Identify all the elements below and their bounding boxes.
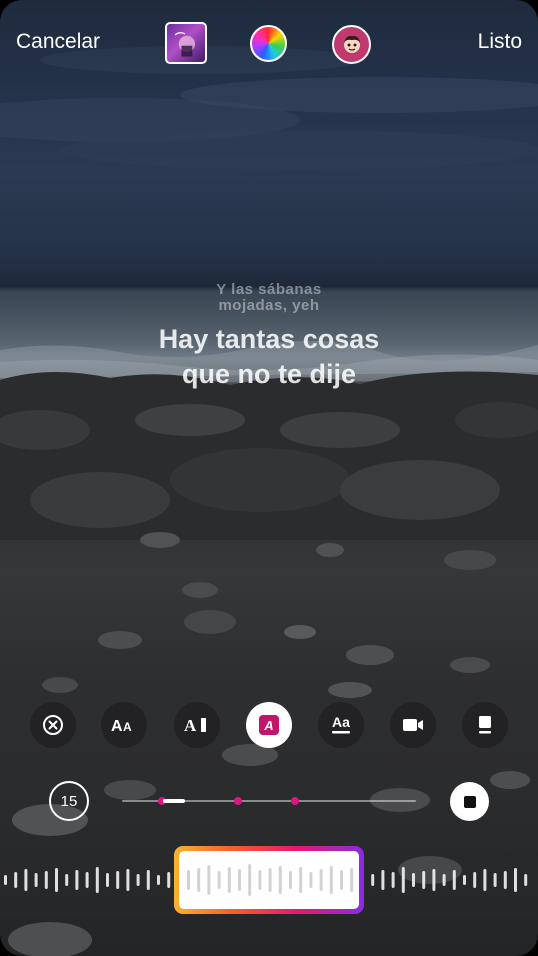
waveform-bar (248, 864, 252, 896)
waveform-bar (126, 869, 130, 891)
waveform-bar (319, 869, 323, 891)
clip-selector[interactable] (174, 846, 364, 914)
stop-icon[interactable] (450, 782, 489, 821)
lyric-marker[interactable] (234, 797, 242, 805)
waveform-bar (493, 873, 497, 887)
waveform-bar (442, 874, 446, 886)
waveform-bar (371, 874, 375, 886)
album-cover-icon[interactable] (165, 22, 207, 64)
waveform-bar (116, 871, 120, 889)
waveform-bar (207, 865, 211, 895)
waveform-bar (412, 873, 415, 887)
waveform-bar (422, 871, 426, 889)
current-lyric-line[interactable]: Hay tantas cosas que no te dije (0, 322, 538, 392)
waveform-bar (432, 869, 436, 891)
selected-waveform (187, 864, 354, 896)
waveform-bar (289, 871, 292, 889)
waveform-bar (452, 870, 456, 890)
waveform-bar (197, 868, 201, 892)
waveform-bar (14, 872, 18, 888)
waveform-scrubber[interactable] (0, 846, 538, 914)
waveform-bar (329, 866, 333, 894)
clip-selector-window (179, 851, 359, 909)
waveform-bar (136, 874, 140, 886)
duration-button[interactable]: 15 (49, 781, 89, 821)
waveform-bar (401, 867, 405, 893)
svg-text:A: A (123, 720, 132, 734)
waveform-bar (514, 868, 517, 892)
svg-text:A: A (111, 718, 123, 735)
top-bar: Cancelar Listo (0, 22, 538, 64)
svg-text:A: A (263, 718, 273, 733)
waveform-bar (55, 868, 58, 892)
lyric-text: Hay tantas cosas (158, 324, 380, 354)
waveform-bar (167, 872, 171, 888)
waveform-bar (340, 870, 343, 890)
waveform-bar (238, 869, 241, 891)
waveform-bar (157, 875, 160, 885)
waveform-bar (95, 867, 99, 893)
waveform-bar (309, 872, 313, 888)
waveform-bar (65, 874, 69, 886)
playhead[interactable] (163, 799, 185, 803)
waveform-bar (463, 875, 466, 885)
waveform-bar (350, 868, 354, 892)
waveform-bar (85, 872, 89, 888)
remove-icon[interactable] (30, 702, 76, 748)
card-style-icon[interactable] (462, 702, 508, 748)
highlight-style-icon[interactable]: A (246, 702, 292, 748)
text-style-icon[interactable]: A (174, 702, 220, 748)
waveform-bar (146, 870, 150, 890)
waveform-bar (44, 871, 48, 889)
waveform-bar (483, 869, 487, 891)
waveform-bar (34, 873, 38, 887)
waveform-bar (217, 871, 221, 889)
waveform-bar (391, 872, 395, 888)
waveform-bar (258, 870, 262, 890)
waveform-bar (75, 870, 79, 890)
waveform-bar (299, 867, 303, 893)
duration-label: 15 (60, 792, 78, 810)
timeline: 15 (0, 781, 538, 821)
video-clip-icon[interactable] (390, 702, 436, 748)
waveform-bar (24, 869, 28, 891)
waveform-bar (268, 868, 272, 892)
caption-style-icon[interactable]: Aa (318, 702, 364, 748)
lyric-text: mojadas, yeh (218, 297, 320, 314)
face-sticker-icon[interactable] (332, 25, 371, 64)
waveform-bar (524, 874, 528, 886)
lyric-marker[interactable] (291, 797, 299, 805)
waveform-bar (227, 867, 231, 893)
previous-lyric-line: Y las sábanas mojadas, yeh (0, 282, 538, 314)
waveform-bar (187, 870, 190, 890)
text-size-icon[interactable]: A A (101, 702, 147, 748)
waveform-bar (106, 873, 109, 887)
cancel-button[interactable]: Cancelar (16, 30, 100, 54)
lyric-text: que no te dije (181, 359, 356, 389)
color-wheel-icon[interactable] (250, 25, 287, 62)
waveform-bar (4, 875, 7, 885)
lyric-style-toolbar: A A A A Aa (0, 702, 538, 748)
svg-text:A: A (184, 716, 197, 735)
done-button[interactable]: Listo (478, 30, 522, 54)
waveform-bar (473, 872, 477, 888)
waveform-bar (503, 871, 507, 889)
lyric-text: Y las sábanas (216, 281, 322, 298)
waveform-bar (278, 866, 282, 894)
svg-text:Aa: Aa (332, 714, 350, 730)
waveform-bar (381, 870, 385, 890)
